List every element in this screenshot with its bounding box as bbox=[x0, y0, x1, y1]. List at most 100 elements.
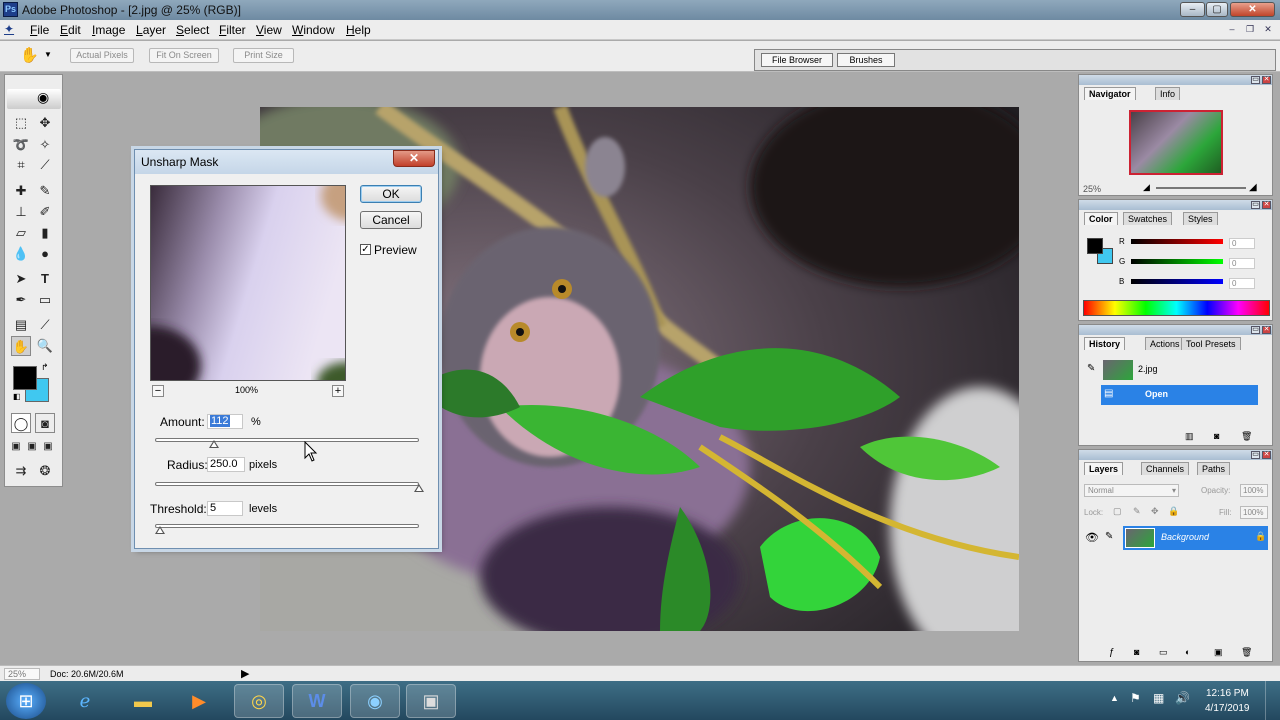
tab-channels[interactable]: Channels bbox=[1141, 462, 1190, 475]
filter-preview[interactable] bbox=[150, 185, 346, 381]
clock-time[interactable]: 12:16 PM bbox=[1206, 688, 1249, 699]
zoom-tool-icon[interactable]: 🔍 bbox=[35, 336, 55, 356]
delete-state-icon[interactable]: 🗑 bbox=[1241, 431, 1252, 442]
move-tool-icon[interactable]: ✥ bbox=[35, 113, 55, 133]
layers-close-button[interactable]: ✕ bbox=[1262, 451, 1271, 459]
screen-mode-standard-icon[interactable]: ▣ bbox=[9, 437, 23, 457]
foreground-color-swatch-top[interactable] bbox=[13, 366, 37, 390]
tray-expand-icon[interactable]: ▲ bbox=[1110, 693, 1119, 703]
green-channel-slider[interactable] bbox=[1131, 259, 1223, 264]
app-menu-icon[interactable]: ✦ bbox=[4, 22, 14, 36]
photoshop-taskbar-icon[interactable]: ◉ bbox=[350, 684, 400, 718]
fit-on-screen-button[interactable]: Fit On Screen bbox=[149, 48, 219, 63]
layers-palette-bar[interactable]: ▭ ✕ bbox=[1079, 450, 1272, 460]
minimize-button[interactable]: – bbox=[1180, 2, 1205, 17]
fill-input[interactable]: 100% bbox=[1240, 506, 1268, 519]
blue-channel-slider[interactable] bbox=[1131, 279, 1223, 284]
new-layer-icon[interactable]: ▣ bbox=[1214, 647, 1223, 658]
slice-tool-icon[interactable]: ⟋ bbox=[35, 155, 55, 175]
blend-mode-select[interactable]: Normal ▾ bbox=[1084, 484, 1179, 497]
threshold-input[interactable]: 5 bbox=[207, 501, 243, 516]
clone-stamp-tool-icon[interactable]: ⊥ bbox=[11, 202, 31, 222]
amount-slider[interactable] bbox=[155, 438, 419, 442]
tab-swatches[interactable]: Swatches bbox=[1123, 212, 1173, 225]
blur-tool-icon[interactable]: 💧 bbox=[11, 244, 31, 264]
menu-layer[interactable]: Layer bbox=[136, 23, 166, 37]
show-desktop-button[interactable] bbox=[1265, 681, 1280, 720]
window-taskbar-icon[interactable]: ▣ bbox=[406, 684, 456, 718]
navigator-zoom-slider[interactable] bbox=[1156, 187, 1246, 189]
file-browser-tab[interactable]: File Browser bbox=[761, 53, 833, 67]
dialog-close-button[interactable]: ✕ bbox=[393, 150, 435, 167]
menu-help[interactable]: Help bbox=[346, 23, 371, 37]
opacity-input[interactable]: 100% bbox=[1240, 484, 1268, 497]
marquee-tool-icon[interactable]: ⬚ bbox=[11, 113, 31, 133]
green-channel-value[interactable]: 0 bbox=[1229, 258, 1255, 269]
menu-select[interactable]: Select bbox=[176, 23, 209, 37]
internet-explorer-icon[interactable]: ℯ bbox=[60, 684, 110, 718]
lock-transparent-icon[interactable]: ▢ bbox=[1113, 506, 1122, 517]
start-button-icon[interactable]: ⊞ bbox=[6, 683, 46, 719]
jump-to-imageready-icon[interactable]: ⇉ bbox=[11, 461, 31, 481]
maximize-button[interactable]: ▢ bbox=[1206, 2, 1228, 17]
history-snapshot-row[interactable]: ✎ 2.jpg bbox=[1083, 358, 1259, 382]
amount-slider-thumb[interactable] bbox=[209, 440, 220, 448]
color-close-button[interactable]: ✕ bbox=[1262, 201, 1271, 209]
lock-image-icon[interactable]: ✎ bbox=[1133, 506, 1141, 517]
palette-foreground-swatch[interactable] bbox=[1087, 238, 1103, 254]
zoom-out-button[interactable]: − bbox=[152, 385, 164, 397]
preview-checkbox[interactable]: ✓ bbox=[360, 244, 371, 255]
tab-paths[interactable]: Paths bbox=[1197, 462, 1231, 475]
swap-colors-icon[interactable]: ↱ bbox=[41, 362, 49, 373]
pen-tool-icon[interactable]: ✒ bbox=[11, 290, 31, 310]
tab-tool-presets[interactable]: Tool Presets bbox=[1181, 337, 1241, 350]
lock-all-icon[interactable]: 🔒 bbox=[1168, 506, 1179, 517]
eyedropper-tool-icon[interactable]: ⟋ bbox=[35, 315, 55, 335]
menu-window[interactable]: Window bbox=[292, 23, 335, 37]
word-icon[interactable]: W bbox=[292, 684, 342, 718]
navigator-minimize-button[interactable]: ▭ bbox=[1251, 76, 1260, 84]
quick-mask-mode-icon[interactable]: ◙ bbox=[35, 413, 55, 433]
tool-preset-dropdown-icon[interactable]: ▼ bbox=[44, 50, 52, 59]
media-player-icon[interactable]: ▶ bbox=[174, 684, 224, 718]
clock-date[interactable]: 4/17/2019 bbox=[1205, 703, 1250, 714]
tab-styles[interactable]: Styles bbox=[1183, 212, 1218, 225]
file-explorer-icon[interactable]: ▬ bbox=[118, 684, 168, 718]
history-brush-tool-icon[interactable]: ✐ bbox=[35, 202, 55, 222]
navigator-thumbnail[interactable] bbox=[1129, 110, 1223, 175]
status-menu-arrow-icon[interactable]: ▶ bbox=[241, 667, 249, 680]
ok-button[interactable]: OK bbox=[360, 185, 422, 203]
layer-mask-icon[interactable]: ◙ bbox=[1134, 647, 1139, 657]
radius-slider[interactable] bbox=[155, 482, 419, 486]
tab-color[interactable]: Color bbox=[1084, 212, 1118, 225]
dodge-tool-icon[interactable]: ● bbox=[35, 244, 55, 264]
red-channel-value[interactable]: 0 bbox=[1229, 238, 1255, 249]
navigator-zoom-level[interactable]: 25% bbox=[1083, 184, 1101, 194]
print-size-button[interactable]: Print Size bbox=[233, 48, 294, 63]
history-minimize-button[interactable]: ▭ bbox=[1251, 326, 1260, 334]
close-button[interactable]: ✕ bbox=[1230, 2, 1275, 17]
layers-minimize-button[interactable]: ▭ bbox=[1251, 451, 1260, 459]
shape-tool-icon[interactable]: ▭ bbox=[35, 290, 55, 310]
navigator-close-button[interactable]: ✕ bbox=[1262, 76, 1271, 84]
history-close-button[interactable]: ✕ bbox=[1262, 326, 1271, 334]
new-document-from-state-icon[interactable]: ▥ bbox=[1185, 431, 1194, 442]
doc-close-button[interactable]: ✕ bbox=[1262, 24, 1274, 36]
tab-info[interactable]: Info bbox=[1155, 87, 1181, 100]
tray-flag-icon[interactable]: ⚑ bbox=[1130, 691, 1141, 705]
dialog-title-bar[interactable]: Unsharp Mask ✕ bbox=[135, 150, 438, 174]
feather-logo-icon[interactable]: ◉ bbox=[37, 89, 49, 106]
imageready-icon[interactable]: ❂ bbox=[35, 461, 55, 481]
navigator-palette-bar[interactable]: ▭ ✕ bbox=[1079, 75, 1272, 85]
path-selection-tool-icon[interactable]: ➤ bbox=[11, 269, 31, 289]
history-brush-source-icon[interactable]: ✎ bbox=[1087, 363, 1095, 374]
eraser-tool-icon[interactable]: ▱ bbox=[11, 223, 31, 243]
navigator-zoom-in-icon[interactable]: ◢ bbox=[1249, 182, 1257, 193]
menu-view[interactable]: View bbox=[256, 23, 282, 37]
history-palette-bar[interactable]: ▭ ✕ bbox=[1079, 325, 1272, 335]
actual-pixels-button[interactable]: Actual Pixels bbox=[70, 48, 134, 63]
menu-image[interactable]: Image bbox=[92, 23, 125, 37]
standard-mode-icon[interactable]: ◯ bbox=[11, 413, 31, 433]
crop-tool-icon[interactable]: ⌗ bbox=[11, 155, 31, 175]
lock-position-icon[interactable]: ✥ bbox=[1151, 506, 1159, 517]
